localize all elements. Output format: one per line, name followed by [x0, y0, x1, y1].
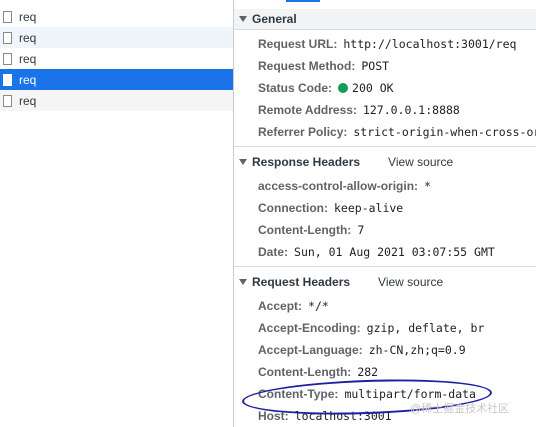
document-icon [3, 52, 12, 65]
request-row[interactable]: req [0, 90, 233, 111]
header-name: Date: [258, 245, 289, 259]
request-name: req [19, 30, 37, 45]
header-name: Remote Address: [258, 103, 357, 117]
header-name: Referrer Policy: [258, 125, 348, 139]
header-row: access-control-allow-origin: * [258, 177, 431, 195]
header-row: Referrer Policy: strict-origin-when-cros… [258, 123, 536, 141]
header-value: 7 [357, 223, 365, 237]
request-headers-section-header[interactable]: Request Headers View source [234, 271, 536, 292]
section-divider [234, 266, 536, 267]
header-name: access-control-allow-origin: [258, 179, 419, 193]
section-title: General [252, 12, 297, 26]
general-section-header[interactable]: General [234, 9, 536, 30]
header-row: Connection: keep-alive [258, 199, 403, 217]
header-value: keep-alive [334, 201, 404, 215]
section-title: Request Headers [252, 274, 351, 289]
header-name: Accept-Language: [258, 343, 363, 357]
document-icon [3, 31, 12, 44]
request-list: req req req req req [0, 0, 233, 427]
header-value: strict-origin-when-cross-ori [353, 125, 536, 139]
header-name: Content-Length: [258, 365, 352, 379]
header-name: Status Code: [258, 81, 333, 95]
header-value: POST [361, 59, 390, 73]
section-divider [234, 146, 536, 147]
header-value: Sun, 01 Aug 2021 03:07:55 GMT [294, 245, 495, 259]
header-name: Accept-Encoding: [258, 321, 361, 335]
header-row: Status Code: 200 OK [258, 79, 394, 97]
active-tab-indicator [286, 0, 320, 2]
header-value: zh-CN,zh;q=0.9 [368, 343, 466, 357]
document-icon [3, 94, 12, 107]
header-value: 282 [357, 365, 379, 379]
view-source-link[interactable]: View source [378, 275, 443, 289]
document-icon [3, 10, 12, 23]
expand-triangle-icon[interactable] [239, 158, 247, 165]
header-row: Content-Length: 7 [258, 221, 364, 239]
header-row: Request Method: POST [258, 57, 389, 75]
watermark: @稀土掘金技术社区 [410, 403, 510, 415]
request-row[interactable]: req [0, 6, 233, 27]
header-value: gzip, deflate, br [366, 321, 485, 335]
header-name: Request URL: [258, 37, 338, 51]
header-value: * [424, 179, 431, 193]
expand-triangle-icon[interactable] [239, 16, 247, 22]
header-name: Connection: [258, 201, 328, 215]
request-row-selected[interactable]: req [0, 69, 233, 90]
section-title: Response Headers [252, 154, 361, 169]
header-value: http://localhost:3001/req [343, 37, 517, 51]
header-row: Remote Address: 127.0.0.1:8888 [258, 101, 460, 119]
headers-panel: General Request URL: http://localhost:30… [234, 0, 536, 427]
request-name: req [19, 72, 37, 87]
header-name: Accept: [258, 299, 303, 313]
request-row[interactable]: req [0, 48, 233, 69]
header-value: 127.0.0.1:8888 [362, 103, 460, 117]
status-ok-icon [338, 83, 349, 93]
header-name: Content-Length: [258, 223, 352, 237]
view-source-link[interactable]: View source [388, 155, 453, 169]
header-name: Request Method: [258, 59, 356, 73]
header-value: */* [308, 299, 329, 313]
request-name: req [19, 51, 37, 66]
header-row: Content-Length: 282 [258, 363, 378, 381]
request-name: req [19, 93, 37, 108]
header-value: 200 OK [352, 81, 394, 95]
document-icon [3, 73, 12, 86]
request-name: req [19, 9, 37, 24]
header-row: Accept-Encoding: gzip, deflate, br [258, 319, 484, 337]
response-headers-section-header[interactable]: Response Headers View source [234, 151, 536, 172]
header-row: Date: Sun, 01 Aug 2021 03:07:55 GMT [258, 243, 495, 261]
expand-triangle-icon[interactable] [239, 278, 247, 285]
header-row: Accept: */* [258, 297, 329, 315]
header-row: Accept-Language: zh-CN,zh;q=0.9 [258, 341, 466, 359]
header-row: Request URL: http://localhost:3001/req [258, 35, 516, 53]
request-row[interactable]: req [0, 27, 233, 48]
